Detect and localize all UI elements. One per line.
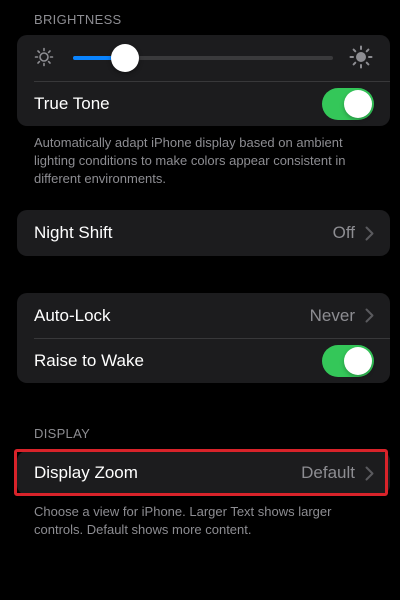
brightness-slider-thumb[interactable] xyxy=(111,44,139,72)
brightness-slider[interactable] xyxy=(73,44,333,72)
display-zoom-label: Display Zoom xyxy=(34,463,138,482)
auto-lock-value: Never xyxy=(309,305,355,325)
toggle-knob xyxy=(344,347,372,375)
raise-to-wake-label: Raise to Wake xyxy=(34,351,144,370)
display-zoom-footer: Choose a view for iPhone. Larger Text sh… xyxy=(34,504,332,537)
chevron-right-icon xyxy=(365,466,374,480)
raise-to-wake-toggle[interactable] xyxy=(322,345,374,377)
toggle-knob xyxy=(344,90,372,118)
display-group: Display Zoom Default xyxy=(17,451,390,495)
sun-small-icon xyxy=(34,47,54,67)
sun-large-icon xyxy=(349,45,373,69)
night-shift-row[interactable]: Night Shift Off xyxy=(17,210,390,256)
chevron-right-icon xyxy=(365,308,374,323)
auto-lock-row[interactable]: Auto-Lock Never xyxy=(17,293,390,338)
true-tone-label: True Tone xyxy=(34,94,110,113)
true-tone-toggle[interactable] xyxy=(322,88,374,120)
true-tone-footer: Automatically adapt iPhone display based… xyxy=(34,135,346,186)
brightness-slider-row xyxy=(17,35,390,81)
display-zoom-value: Default xyxy=(301,463,355,482)
lock-group: Auto-Lock Never Raise to Wake xyxy=(17,293,390,383)
brightness-group: True Tone xyxy=(17,35,390,126)
display-header: DISPLAY xyxy=(34,426,91,441)
display-zoom-row[interactable]: Display Zoom Default xyxy=(17,451,390,495)
true-tone-row: True Tone xyxy=(17,82,390,126)
brightness-header: BRIGHTNESS xyxy=(34,12,122,27)
night-shift-value: Off xyxy=(332,223,355,242)
auto-lock-label: Auto-Lock xyxy=(34,305,111,325)
night-shift-group: Night Shift Off xyxy=(17,210,390,256)
raise-to-wake-row: Raise to Wake xyxy=(17,339,390,383)
night-shift-label: Night Shift xyxy=(34,223,113,242)
chevron-right-icon xyxy=(365,226,374,240)
